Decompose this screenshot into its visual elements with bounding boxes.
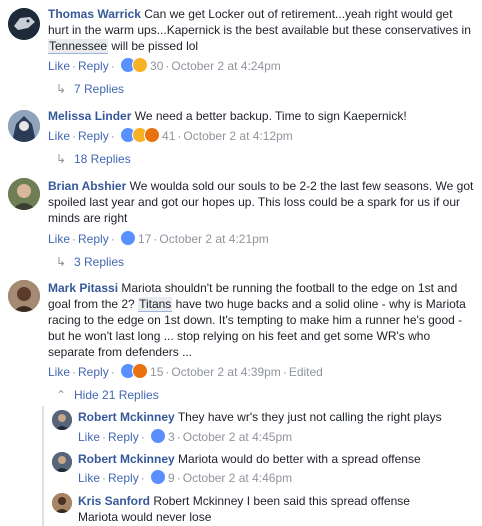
timestamp[interactable]: October 2 at 4:39pm bbox=[171, 365, 280, 379]
angry-reaction-icon bbox=[144, 127, 161, 143]
view-replies-link[interactable]: ↳ 7 Replies bbox=[56, 81, 124, 97]
timestamp[interactable]: October 2 at 4:45pm bbox=[183, 430, 292, 444]
author-name[interactable]: Thomas Warrick bbox=[48, 7, 141, 21]
reply-actions: Like · Reply · 3 · October 2 at 4:45pm bbox=[78, 428, 292, 448]
author-name[interactable]: Robert Mckinney bbox=[78, 410, 175, 424]
reply-arrow-icon: ↳ bbox=[56, 152, 67, 166]
reply-button[interactable]: Reply bbox=[78, 59, 109, 73]
like-reaction-icon bbox=[120, 230, 137, 246]
edited-label[interactable]: Edited bbox=[289, 365, 323, 379]
view-replies-link[interactable]: ↳ 3 Replies bbox=[56, 254, 124, 270]
like-button[interactable]: Like bbox=[48, 129, 70, 143]
reply-arrow-icon: ↳ bbox=[56, 82, 67, 96]
avatar[interactable] bbox=[52, 410, 72, 430]
timestamp[interactable]: October 2 at 4:21pm bbox=[159, 232, 268, 246]
reaction-count: 41 bbox=[162, 129, 176, 143]
author-name[interactable]: Brian Abshier bbox=[48, 179, 126, 193]
comment-body: Mark Pitassi Mariota shouldn't be runnin… bbox=[48, 280, 476, 360]
comment-body: Brian Abshier We woulda sold our souls t… bbox=[48, 178, 476, 226]
reply-button[interactable]: Reply bbox=[78, 129, 109, 143]
comment-actions: Like · Reply · 17 · October 2 at 4:21pm bbox=[48, 230, 269, 250]
like-button[interactable]: Like bbox=[48, 232, 70, 246]
avatar[interactable] bbox=[8, 178, 40, 210]
reply-arrow-icon: ↳ bbox=[56, 255, 67, 269]
reaction-count: 15 bbox=[150, 365, 164, 379]
reply-body: Robert Mckinney They have wr's they just… bbox=[78, 409, 476, 425]
avatar[interactable] bbox=[8, 280, 40, 312]
reactions[interactable] bbox=[150, 428, 167, 448]
comment-body: Thomas Warrick Can we get Locker out of … bbox=[48, 6, 476, 54]
reactions[interactable] bbox=[150, 469, 167, 489]
like-reaction-icon bbox=[150, 428, 167, 444]
timestamp[interactable]: October 2 at 4:12pm bbox=[183, 129, 292, 143]
reaction-count: 30 bbox=[150, 59, 164, 73]
reply-text: They have wr's they just not calling the… bbox=[177, 410, 442, 424]
author-name[interactable]: Melissa Linder bbox=[48, 109, 131, 123]
mention-tag[interactable]: Tennessee bbox=[48, 39, 109, 54]
comment-text-after: will be pissed lol bbox=[108, 39, 199, 53]
reply-button[interactable]: Reply bbox=[108, 471, 139, 485]
comment-actions: Like · Reply · 30 · October 2 at 4:24pm bbox=[48, 57, 281, 77]
comment-body: Melissa Linder We need a better backup. … bbox=[48, 108, 476, 124]
hide-replies-link[interactable]: ⌃ Hide 21 Replies bbox=[56, 387, 159, 403]
reactions[interactable] bbox=[120, 57, 149, 77]
reaction-count: 9 bbox=[168, 471, 175, 485]
reply-button[interactable]: Reply bbox=[108, 430, 139, 444]
like-reaction-icon bbox=[150, 469, 167, 485]
reactions[interactable] bbox=[120, 363, 149, 383]
reactions[interactable] bbox=[120, 127, 161, 147]
comment-text: We need a better backup. Time to sign Ka… bbox=[134, 109, 407, 123]
avatar[interactable] bbox=[8, 110, 40, 142]
reply-text: Mariota would do better with a spread of… bbox=[178, 452, 421, 466]
mention-tag[interactable]: Titans bbox=[138, 297, 173, 312]
timestamp[interactable]: October 2 at 4:24pm bbox=[171, 59, 280, 73]
timestamp[interactable]: October 2 at 4:46pm bbox=[183, 471, 292, 485]
collapse-arrow-icon: ⌃ bbox=[56, 388, 67, 402]
reply-button[interactable]: Reply bbox=[78, 365, 109, 379]
reply-body: Robert Mckinney Mariota would do better … bbox=[78, 451, 476, 467]
reaction-count: 17 bbox=[138, 232, 152, 246]
reaction-count: 3 bbox=[168, 430, 175, 444]
reply-button[interactable]: Reply bbox=[78, 232, 109, 246]
haha-reaction-icon bbox=[132, 57, 149, 73]
author-name[interactable]: Robert Mckinney bbox=[78, 452, 175, 466]
like-button[interactable]: Like bbox=[48, 59, 70, 73]
reply-body: Kris Sanford Robert Mckinney I been said… bbox=[78, 493, 418, 525]
avatar[interactable] bbox=[52, 452, 72, 472]
comment-actions: Like · Reply · 15 · October 2 at 4:39pm · Edite… bbox=[48, 363, 323, 383]
author-name[interactable]: Kris Sanford bbox=[78, 494, 150, 508]
like-button[interactable]: Like bbox=[78, 430, 100, 444]
author-name[interactable]: Mark Pitassi bbox=[48, 281, 118, 295]
view-replies-link[interactable]: ↳ 18 Replies bbox=[56, 151, 131, 167]
thread-line bbox=[42, 406, 44, 526]
comment-actions: Like · Reply · 41 · October 2 at 4:12pm bbox=[48, 127, 293, 147]
avatar[interactable] bbox=[8, 8, 40, 40]
angry-reaction-icon bbox=[132, 363, 149, 379]
like-button[interactable]: Like bbox=[48, 365, 70, 379]
reactions[interactable] bbox=[120, 230, 137, 250]
avatar[interactable] bbox=[52, 493, 72, 513]
reply-actions: Like · Reply · 9 · October 2 at 4:46pm bbox=[78, 469, 292, 489]
like-button[interactable]: Like bbox=[78, 471, 100, 485]
